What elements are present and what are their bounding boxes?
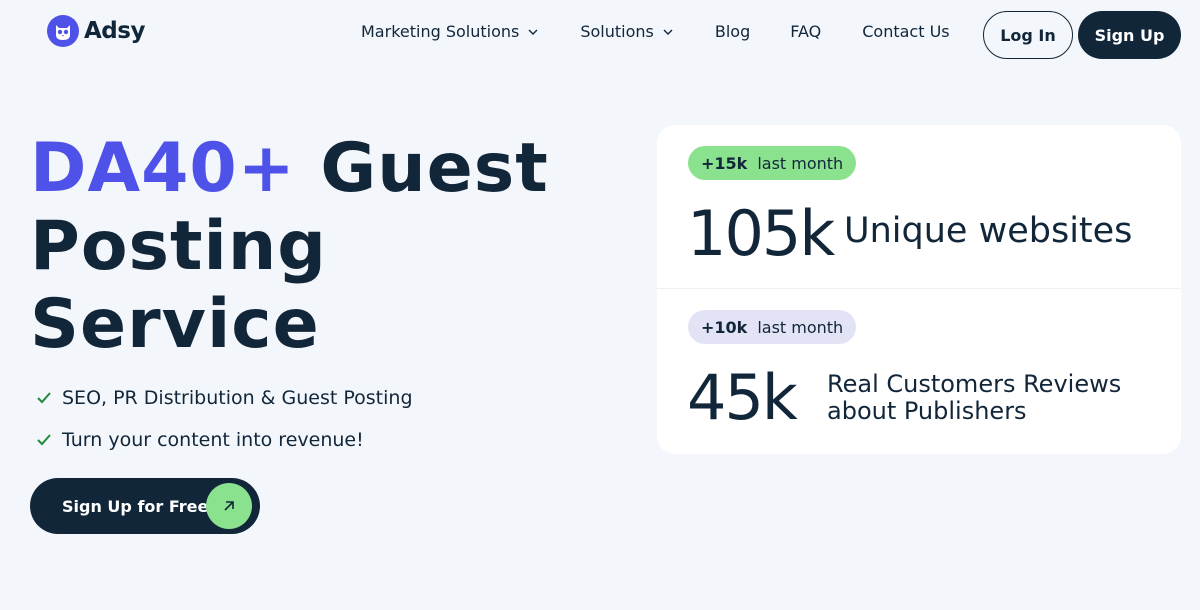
feature-item: Turn your content into revenue! [36,427,413,453]
site-header: Adsy Marketing Solutions Solutions Blog … [0,0,1200,70]
chevron-down-icon [663,29,673,35]
owl-logo-icon [47,15,79,47]
feature-item: SEO, PR Distribution & Guest Posting [36,385,413,411]
cta-label: Sign Up for Free [62,496,209,516]
nav-item-marketing-solutions[interactable]: Marketing Solutions [361,22,539,41]
signup-button[interactable]: Sign Up [1078,11,1181,59]
page: Adsy Marketing Solutions Solutions Blog … [0,0,1200,610]
nav-item-contact-us[interactable]: Contact Us [862,22,949,41]
chevron-down-icon [528,29,538,35]
nav-item-blog[interactable]: Blog [715,22,750,41]
nav-item-solutions[interactable]: Solutions [580,22,674,41]
nav-item-label: Blog [714,22,751,41]
logo[interactable]: Adsy [47,15,145,47]
badge-text: last month [757,317,844,337]
stat-block-reviews: +10k last month 45k Real Customers Revie… [657,290,1181,454]
hero-title-line1: Guest [320,129,549,208]
stat-number: 45k [687,361,798,434]
stat-badge: +10k last month [688,310,857,344]
nav-item-label: Marketing Solutions [361,22,520,41]
feature-text: Turn your content into revenue! [62,429,364,451]
stats-card: +15k last month 105k Unique websites +10… [657,125,1181,454]
feature-list: SEO, PR Distribution & Guest Posting Tur… [36,385,413,469]
check-icon [37,434,51,446]
arrow-up-right-icon [206,483,252,529]
check-icon [37,392,51,404]
nav-item-label: FAQ [790,22,822,41]
hero-title-line3: Service [30,285,320,364]
logo-text: Adsy [84,18,145,44]
badge-text: last month [757,153,844,173]
main-nav: Marketing Solutions Solutions Blog FAQ C… [361,22,950,41]
signup-free-button[interactable]: Sign Up for Free [30,478,260,534]
stat-badge: +15k last month [688,146,857,180]
nav-item-label: Contact Us [862,22,950,41]
stat-label: Unique websites [844,211,1133,251]
hero-title-accent: DA40+ [30,129,296,208]
nav-item-faq[interactable]: FAQ [790,22,821,41]
badge-value: +15k [701,153,748,173]
feature-text: SEO, PR Distribution & Guest Posting [62,387,413,409]
hero-title-line2: Posting [30,207,327,286]
login-button[interactable]: Log In [983,11,1073,59]
hero-title: DA40+ Guest Posting Service [30,130,549,364]
badge-value: +10k [701,317,748,337]
stat-label: Real Customers Reviews about Publishers [827,370,1122,425]
nav-item-label: Solutions [580,22,654,41]
stat-number: 105k [687,197,835,270]
stat-block-websites: +15k last month 105k Unique websites [657,125,1181,289]
